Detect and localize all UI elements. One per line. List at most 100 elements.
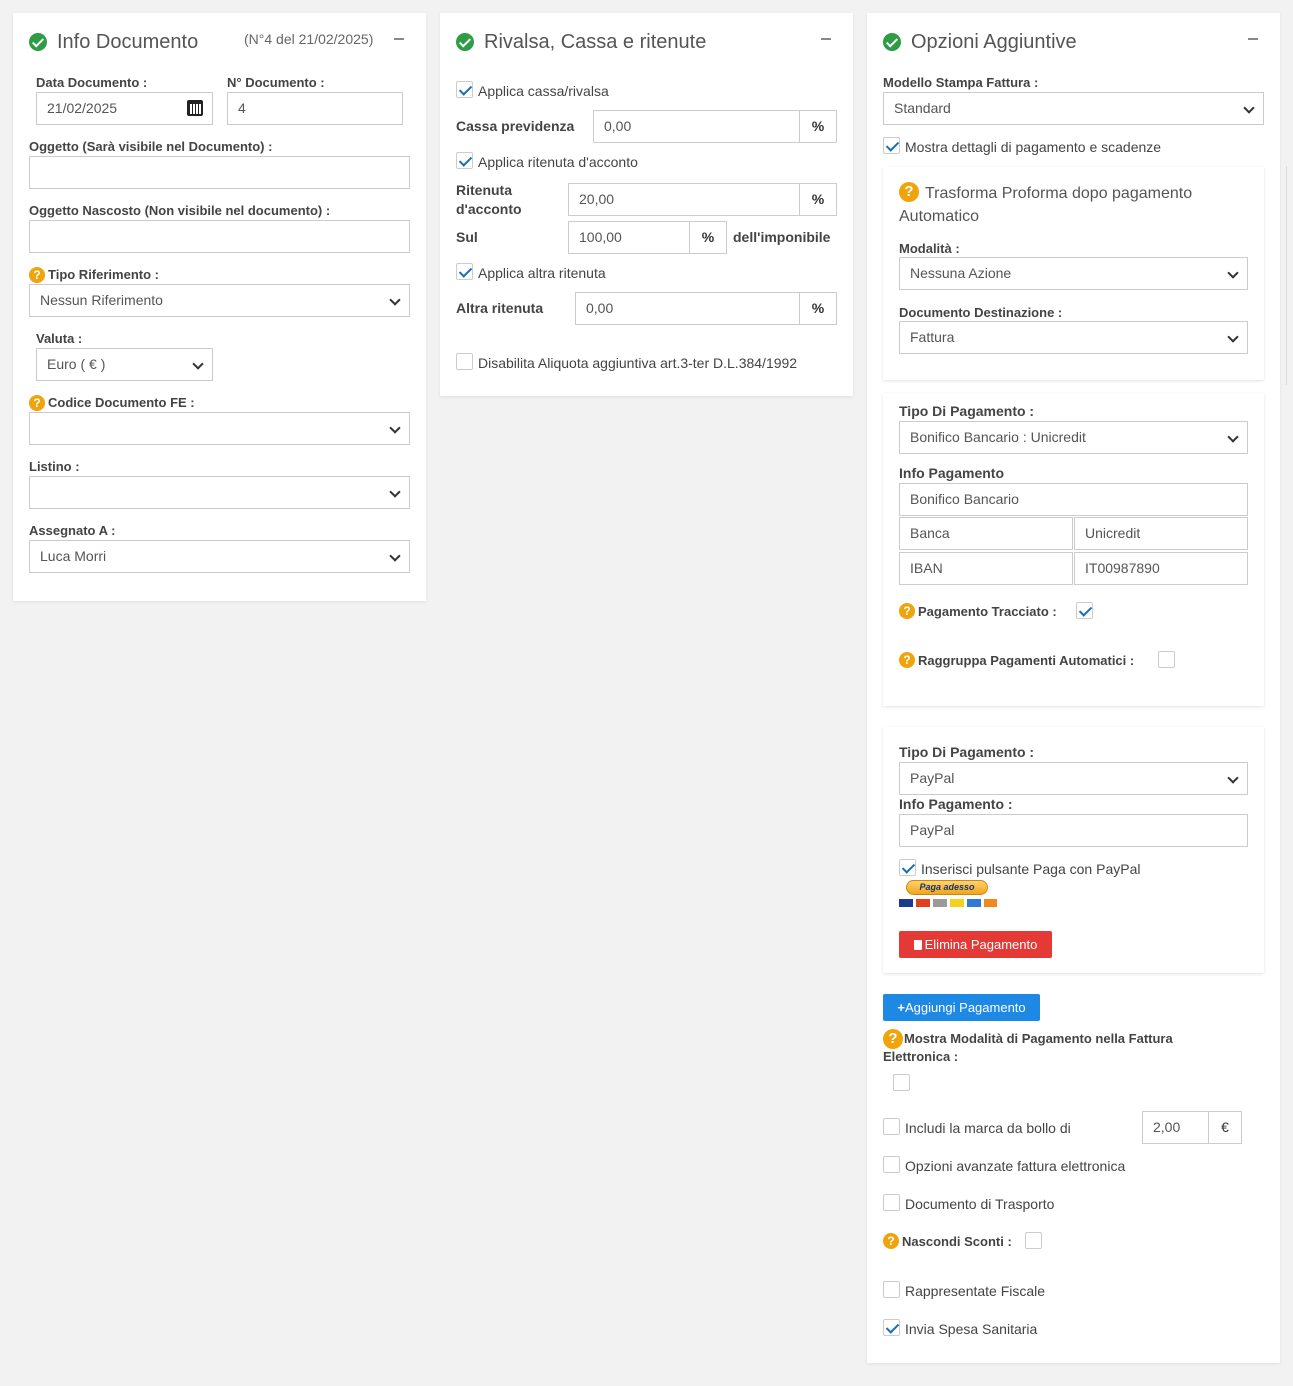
valuta-select[interactable]: Euro ( € ) — [36, 348, 213, 381]
check-circle-icon — [456, 33, 474, 51]
raggruppa-checkbox[interactable] — [1158, 651, 1175, 668]
sul-label: Sul — [456, 229, 478, 245]
visa-icon — [899, 899, 913, 907]
destinazione-select[interactable]: Fattura — [899, 321, 1248, 354]
oggetto-nascosto-input[interactable] — [29, 220, 410, 253]
disabilita-aliquota-checkbox[interactable] — [456, 353, 473, 370]
card-icon — [984, 899, 997, 907]
help-icon[interactable]: ? — [883, 1233, 899, 1249]
pagamento-box: Tipo Di Pagamento : PayPal Info Pagament… — [883, 727, 1264, 973]
altra-ritenuta-input[interactable]: 0,00 — [575, 292, 800, 325]
percent-addon: % — [800, 110, 837, 143]
info-pagamento-input[interactable]: Bonifico Bancario — [899, 483, 1248, 516]
help-icon[interactable]: ? — [899, 652, 915, 668]
iban-value-input[interactable]: IT00987890 — [1074, 552, 1248, 585]
card-logos — [899, 898, 997, 908]
card-icon — [933, 899, 947, 907]
paga-adesso-button[interactable]: Paga adesso — [906, 880, 988, 895]
trasforma-proforma-box: ? Trasforma Proforma dopo pagamento Auto… — [883, 167, 1264, 380]
applica-ritenuta-label: Applica ritenuta d'acconto — [478, 154, 638, 170]
mostra-modalita-label: Mostra Modalità di Pagamento nella Fattu… — [883, 1031, 1173, 1064]
sul-input[interactable]: 100,00 — [568, 221, 690, 254]
info-pagamento-input[interactable]: PayPal — [899, 814, 1248, 847]
ddt-checkbox[interactable] — [883, 1194, 900, 1211]
marca-bollo-checkbox[interactable] — [883, 1118, 900, 1135]
rappresentante-label: Rappresentate Fiscale — [905, 1283, 1046, 1299]
applica-altra-label: Applica altra ritenuta — [478, 265, 606, 281]
help-icon[interactable]: ? — [899, 603, 915, 619]
mostra-dettagli-checkbox[interactable] — [883, 137, 900, 154]
tipo-riferimento-select[interactable]: Nessun Riferimento — [29, 284, 410, 317]
percent-addon: % — [800, 183, 837, 216]
cassa-previdenza-input[interactable]: 0,00 — [593, 110, 800, 143]
banca-value-input[interactable]: Unicredit — [1074, 517, 1248, 550]
percent-addon: % — [690, 221, 727, 254]
applica-cassa-checkbox[interactable] — [456, 81, 473, 98]
collapse-icon[interactable] — [1248, 38, 1258, 40]
oggetto-nascosto-label: Oggetto Nascosto (Non visibile nel docum… — [29, 203, 331, 218]
numero-documento-label: N° Documento : — [227, 75, 325, 90]
data-documento-label: Data Documento : — [36, 75, 148, 90]
destinazione-label: Documento Destinazione : — [899, 305, 1063, 320]
help-icon[interactable]: ? — [29, 395, 45, 411]
spesa-sanitaria-label: Invia Spesa Sanitaria — [905, 1321, 1038, 1337]
collapse-icon[interactable] — [394, 38, 404, 40]
mostra-modalita-checkbox[interactable] — [893, 1074, 910, 1091]
euro-addon: € — [1209, 1111, 1242, 1144]
opzioni-panel: Opzioni Aggiuntive Modello Stampa Fattur… — [867, 13, 1280, 1363]
collapse-icon[interactable] — [821, 38, 831, 40]
nascondi-sconti-label: Nascondi Sconti : — [902, 1234, 1012, 1249]
iban-key-input[interactable]: IBAN — [899, 552, 1073, 585]
modalita-select[interactable]: Nessuna Azione — [899, 257, 1248, 290]
amex-icon — [967, 899, 981, 907]
tipo-pagamento-label: Tipo Di Pagamento : — [899, 744, 1035, 760]
ddt-label: Documento di Trasporto — [905, 1196, 1055, 1212]
tipo-riferimento-label: Tipo Riferimento : — [48, 267, 159, 282]
marca-bollo-label: Includi la marca da bollo di — [905, 1120, 1071, 1136]
assegnato-select[interactable]: Luca Morri — [29, 540, 410, 573]
panel-title: Opzioni Aggiuntive — [911, 31, 1077, 53]
document-reference: (N°4 del 21/02/2025) — [244, 31, 374, 47]
tipo-pagamento-select[interactable]: PayPal — [899, 762, 1248, 795]
aggiungi-pagamento-label: Aggiungi Pagamento — [904, 1000, 1026, 1015]
pagamento-tracciato-checkbox[interactable] — [1076, 602, 1093, 619]
ritenuta-label: Ritenuta d'acconto — [456, 182, 522, 217]
oggetto-input[interactable] — [29, 156, 410, 189]
info-pagamento-label: Info Pagamento : — [899, 796, 1013, 812]
help-icon[interactable]: ? — [29, 267, 45, 283]
numero-documento-input[interactable]: 4 — [227, 92, 403, 125]
spesa-sanitaria-checkbox[interactable] — [883, 1319, 900, 1336]
bollo-input[interactable]: 2,00 — [1142, 1111, 1209, 1144]
check-circle-icon — [883, 33, 901, 51]
codice-fe-select[interactable] — [29, 412, 410, 445]
opzioni-avanzate-label: Opzioni avanzate fattura elettronica — [905, 1158, 1126, 1174]
elimina-pagamento-label: Elimina Pagamento — [924, 937, 1038, 952]
oggetto-label: Oggetto (Sarà visibile nel Documento) : — [29, 139, 273, 154]
banca-key-input[interactable]: Banca — [899, 517, 1073, 550]
opzioni-avanzate-checkbox[interactable] — [883, 1156, 900, 1173]
listino-select[interactable] — [29, 476, 410, 509]
tipo-pagamento-select[interactable]: Bonifico Bancario : Unicredit — [899, 421, 1248, 454]
applica-cassa-label: Applica cassa/rivalsa — [478, 83, 609, 99]
aggiungi-pagamento-button[interactable]: +Aggiungi Pagamento — [883, 994, 1040, 1021]
inserisci-paypal-checkbox[interactable] — [899, 859, 916, 876]
info-pagamento-label: Info Pagamento — [899, 465, 1005, 481]
mastercard-icon — [916, 899, 930, 907]
right-edge-divider — [1286, 166, 1287, 385]
trash-icon — [913, 940, 922, 950]
modello-stampa-select[interactable]: Standard — [883, 92, 1264, 125]
plus-icon: + — [897, 1000, 905, 1015]
listino-label: Listino : — [29, 459, 80, 474]
ritenuta-input[interactable]: 20,00 — [568, 183, 800, 216]
codice-fe-label: Codice Documento FE : — [48, 395, 195, 410]
pagamento-box: Tipo Di Pagamento : Bonifico Bancario : … — [883, 393, 1264, 706]
disabilita-aliquota-label: Disabilita Aliquota aggiuntiva art.3-ter… — [478, 355, 798, 371]
nascondi-sconti-checkbox[interactable] — [1025, 1232, 1042, 1249]
valuta-label: Valuta : — [36, 331, 83, 346]
check-circle-icon — [29, 33, 47, 51]
applica-ritenuta-checkbox[interactable] — [456, 152, 473, 169]
rappresentante-checkbox[interactable] — [883, 1281, 900, 1298]
elimina-pagamento-button[interactable]: Elimina Pagamento — [899, 931, 1052, 958]
calendar-icon[interactable] — [187, 100, 203, 116]
applica-altra-checkbox[interactable] — [456, 263, 473, 280]
